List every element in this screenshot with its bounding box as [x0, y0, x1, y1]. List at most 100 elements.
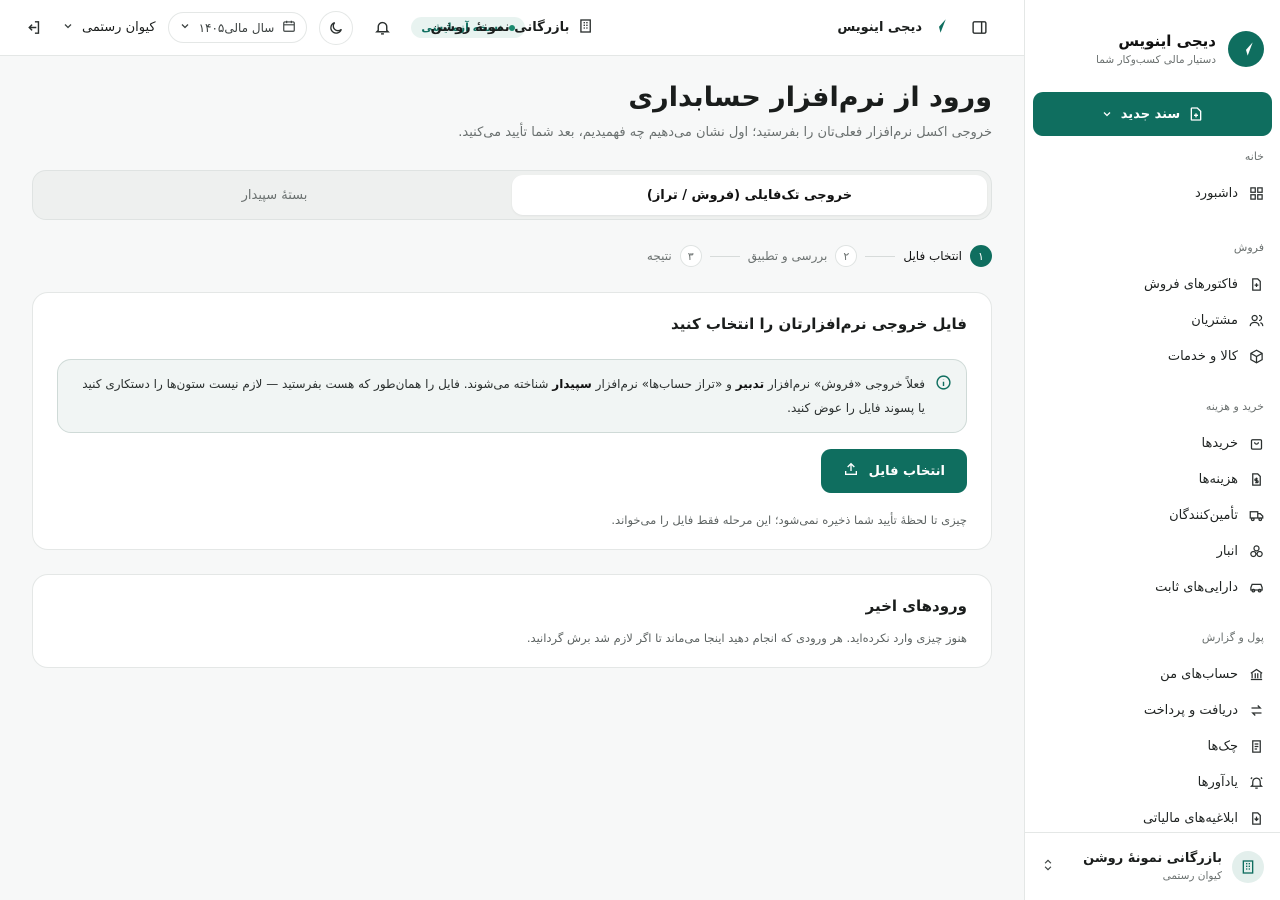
users-icon: [1248, 312, 1264, 328]
nav-group-title: خانه: [1244, 150, 1264, 163]
upload-icon: [843, 461, 859, 481]
tax-doc-icon: [1248, 810, 1264, 826]
new-document-button[interactable]: سند جدید: [1033, 92, 1272, 136]
sidebar-item-expenses[interactable]: هزینه‌ها: [1025, 461, 1280, 497]
sidebar-item-label: خریدها: [1201, 435, 1238, 451]
topbar: دیجی اینویس بازرگانی نمونهٔ روشن نسخه آز…: [0, 0, 1024, 56]
sidebar-item-customers[interactable]: مشتریان: [1025, 302, 1280, 338]
calendar-icon: [282, 19, 296, 36]
truck-icon: [1248, 507, 1264, 523]
step-label: انتخاب فایل: [903, 249, 962, 263]
building-icon: [577, 18, 593, 38]
sidebar: دیجی اینویس دستیار مالی کسب‌وکار شما سند…: [1024, 0, 1280, 900]
sidebar-item-purchases[interactable]: خریدها: [1025, 425, 1280, 461]
step-select-file: ۱ انتخاب فایل: [903, 245, 992, 267]
step-connector: [709, 255, 740, 257]
recent-imports-card: ورودهای اخیر هنوز چیزی وارد نکرده‌اید. ه…: [32, 574, 992, 668]
sidebar-nav: خانه داشبورد فروش فاکتورهای فروش مشتریان: [1025, 136, 1280, 862]
nav-group-home: خانه داشبورد: [1025, 150, 1280, 211]
sidebar-item-receive-pay[interactable]: دریافت و پرداخت: [1025, 692, 1280, 728]
dollar-doc-icon: [1248, 471, 1264, 487]
fiscal-year-label: سال مالی۱۴۰۵: [198, 20, 275, 35]
sidebar-item-label: انبار: [1216, 543, 1238, 559]
upload-hint: چیزی تا لحظهٔ تأیید شما ذخیره نمی‌شود؛ ا…: [611, 513, 967, 527]
sidebar-item-label: مشتریان: [1191, 312, 1238, 328]
select-file-button[interactable]: انتخاب فایل: [820, 449, 967, 493]
sidebar-item-label: چک‌ها: [1207, 738, 1239, 754]
boxes-icon: [1248, 543, 1264, 559]
topbar-org: بازرگانی نمونهٔ روشن: [431, 18, 594, 38]
new-doc-label: سند جدید: [1120, 106, 1181, 122]
select-file-label: انتخاب فایل: [868, 463, 945, 479]
org-switcher[interactable]: بازرگانی نمونهٔ روشن کیوان رستمی: [1025, 832, 1280, 900]
page-subtitle: خروجی اکسل نرم‌افزار فعلی‌تان را بفرستید…: [458, 125, 992, 140]
topbar-app-name: دیجی اینویس: [837, 17, 948, 39]
nav-group-purchase: خرید و هزینه خریدها هزینه‌ها تأمین‌کنندگ…: [1025, 400, 1280, 605]
sidebar-item-sales-invoices[interactable]: فاکتورهای فروش: [1025, 266, 1280, 302]
app-shell: دیجی اینویس دستیار مالی کسب‌وکار شما سند…: [0, 0, 1280, 900]
fiscal-year-select[interactable]: سال مالی۱۴۰۵: [167, 12, 308, 43]
sidebar-item-label: حساب‌های من: [1160, 666, 1238, 682]
chevron-down-icon: [179, 20, 191, 35]
nav-group-title: خرید و هزینه: [1205, 400, 1264, 413]
sidebar-item-tax-notices[interactable]: ابلاغیه‌های مالیاتی: [1025, 800, 1280, 836]
sidebar-item-fixed-assets[interactable]: دارایی‌های ثابت: [1025, 569, 1280, 605]
sidebar-item-my-accounts[interactable]: حساب‌های من: [1025, 656, 1280, 692]
info-box: فعلاً خروجی «فروش» نرم‌افزار تدبیر و «تر…: [57, 359, 967, 433]
sidebar-item-label: ابلاغیه‌های مالیاتی: [1142, 810, 1238, 826]
nav-group-title: فروش: [1233, 241, 1264, 254]
tab-single-file[interactable]: خروجی تک‌فایلی (فروش / تراز): [512, 175, 987, 215]
nav-group-money: پول و گزارش حساب‌های من دریافت و پرداخت …: [1025, 631, 1280, 836]
theme-toggle-button[interactable]: [319, 10, 354, 45]
step-number: ۱: [970, 245, 992, 267]
leaf-logo-icon: [930, 17, 948, 39]
new-doc-icon: [1188, 106, 1204, 122]
sidebar-item-label: دریافت و پرداخت: [1143, 702, 1238, 718]
brand: دیجی اینویس دستیار مالی کسب‌وکار شما: [1025, 0, 1280, 92]
source-tabs: خروجی تک‌فایلی (فروش / تراز) بستهٔ سپیدا…: [32, 170, 992, 220]
step-label: نتیجه: [646, 249, 672, 263]
building-icon: [1232, 850, 1264, 883]
user-menu[interactable]: کیوان رستمی: [62, 20, 156, 36]
logout-button[interactable]: [16, 11, 50, 45]
org-user: کیوان رستمی: [1162, 870, 1222, 882]
upload-card: فایل خروجی نرم‌افزارتان را انتخاب کنید ف…: [32, 292, 992, 550]
user-name: کیوان رستمی: [82, 20, 156, 35]
info-icon: [935, 374, 952, 395]
software-sepidar: سپیدار: [552, 377, 592, 391]
nav-group-title: پول و گزارش: [1201, 631, 1264, 644]
car-icon: [1248, 579, 1264, 595]
sidebar-item-suppliers[interactable]: تأمین‌کنندگان: [1025, 497, 1280, 533]
org-name: بازرگانی نمونهٔ روشن: [1083, 851, 1222, 866]
notifications-button[interactable]: [365, 11, 399, 45]
main-area: دیجی اینویس بازرگانی نمونهٔ روشن نسخه آز…: [0, 0, 1024, 900]
moon-icon: [330, 21, 343, 34]
tab-sepidar-package[interactable]: بستهٔ سپیدار: [37, 175, 512, 215]
bell-ring-icon: [1248, 774, 1264, 790]
cheque-icon: [1248, 738, 1264, 754]
page-title: ورود از نرم‌افزار حسابداری: [628, 82, 992, 113]
sidebar-item-label: داشبورد: [1195, 185, 1238, 201]
sidebar-toggle-button[interactable]: [962, 11, 996, 45]
logout-icon: [27, 21, 39, 34]
sidebar-item-label: یادآورها: [1197, 774, 1238, 790]
brand-logo-icon: [1228, 31, 1264, 67]
bank-icon: [1248, 666, 1264, 682]
step-label: بررسی و تطبیق: [747, 249, 828, 263]
invoice-icon: [1248, 276, 1264, 292]
recent-imports-title: ورودهای اخیر: [865, 597, 967, 615]
arrows-icon: [1248, 702, 1264, 718]
sidebar-item-label: تأمین‌کنندگان: [1169, 507, 1238, 523]
chevron-down-icon: [1101, 108, 1113, 120]
sidebar-toggle-icon: [971, 21, 987, 34]
sidebar-item-warehouse[interactable]: انبار: [1025, 533, 1280, 569]
sidebar-item-cheques[interactable]: چک‌ها: [1025, 728, 1280, 764]
sidebar-item-label: دارایی‌های ثابت: [1155, 579, 1238, 595]
bag-icon: [1248, 435, 1264, 451]
sidebar-item-reminders[interactable]: یادآورها: [1025, 764, 1280, 800]
sidebar-item-dashboard[interactable]: داشبورد: [1025, 175, 1280, 211]
sidebar-item-products[interactable]: کالا و خدمات: [1025, 338, 1280, 374]
page-content: ورود از نرم‌افزار حسابداری خروجی اکسل نر…: [0, 56, 1024, 668]
stepper: ۱ انتخاب فایل ۲ بررسی و تطبیق ۳ نتیجه: [32, 244, 992, 268]
software-tadbir: تدبیر: [735, 377, 765, 391]
